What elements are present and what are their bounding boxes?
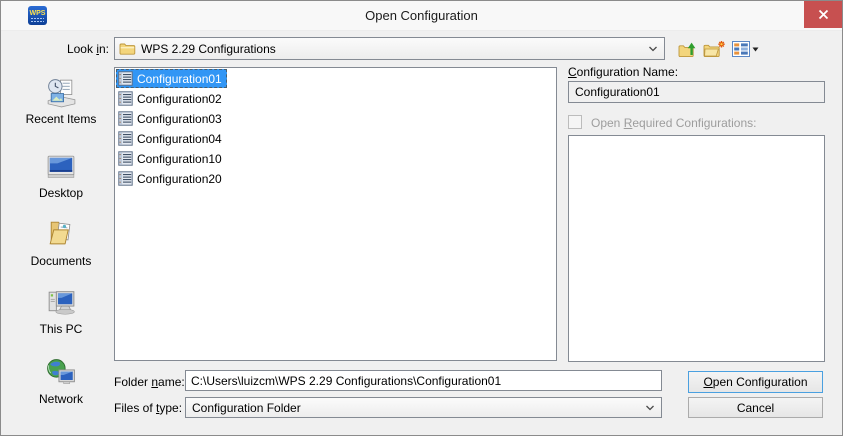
chevron-down-icon [645, 404, 655, 411]
up-one-level-icon [678, 40, 699, 59]
configuration-name-label: Configuration Name: [568, 65, 678, 79]
config-file-icon [118, 131, 133, 146]
open-required-checkbox[interactable] [568, 115, 582, 129]
files-of-type-value: Configuration Folder [192, 401, 301, 415]
folder-name-input[interactable] [185, 370, 662, 391]
desktop-icon [44, 151, 78, 183]
up-one-level-button[interactable] [676, 38, 700, 60]
config-file-icon [118, 151, 133, 166]
cancel-button[interactable]: Cancel [688, 397, 823, 418]
file-name: Configuration01 [137, 71, 222, 86]
required-configurations-list[interactable] [568, 135, 825, 362]
config-file-icon [118, 171, 133, 186]
close-button[interactable] [804, 1, 842, 28]
sidebar-item-this-pc[interactable]: This PC [17, 287, 105, 336]
sidebar-item-recent-items[interactable]: Recent Items [17, 75, 105, 126]
look-in-value: WPS 2.29 Configurations [141, 42, 276, 56]
file-row[interactable]: Configuration01 [116, 69, 227, 88]
recent-items-icon [44, 75, 78, 109]
configuration-name-value: Configuration01 [575, 85, 660, 99]
view-menu-dropdown-arrow-icon [752, 47, 759, 52]
network-icon [44, 357, 78, 389]
file-name: Configuration10 [137, 151, 222, 166]
close-icon [818, 9, 829, 20]
sidebar-item-desktop[interactable]: Desktop [17, 151, 105, 200]
file-name: Configuration03 [137, 111, 222, 126]
sidebar-item-label: Desktop [39, 186, 83, 200]
new-folder-icon [703, 40, 726, 59]
file-row[interactable]: Configuration10 [116, 149, 227, 168]
file-list[interactable]: Configuration01 Configuration02 [114, 67, 557, 361]
documents-icon [44, 217, 78, 251]
file-name: Configuration04 [137, 131, 222, 146]
config-file-icon [118, 111, 133, 126]
config-file-icon [118, 91, 133, 106]
config-file-icon [118, 71, 133, 86]
chevron-down-icon [648, 45, 658, 52]
sidebar-item-label: Recent Items [26, 112, 97, 126]
file-row[interactable]: Configuration20 [116, 169, 227, 188]
create-new-folder-button[interactable] [702, 38, 726, 60]
configuration-name-field[interactable]: Configuration01 [568, 81, 825, 103]
sidebar-item-label: Documents [31, 254, 92, 268]
files-of-type-label: Files of type: [114, 401, 182, 415]
file-row[interactable]: Configuration03 [116, 109, 227, 128]
file-name: Configuration20 [137, 171, 222, 186]
open-configuration-button[interactable]: Open Configuration [688, 371, 823, 393]
window-title: Open Configuration [1, 1, 842, 30]
look-in-label: Look in: [31, 42, 109, 56]
sidebar-item-label: Network [39, 392, 83, 406]
open-required-label: Open Required Configurations: [591, 116, 756, 130]
sidebar-item-network[interactable]: Network [17, 357, 105, 406]
sidebar-item-documents[interactable]: Documents [17, 217, 105, 268]
folder-icon [119, 42, 136, 56]
view-menu-button[interactable] [729, 38, 761, 60]
this-pc-icon [44, 287, 78, 319]
file-row[interactable]: Configuration04 [116, 129, 227, 148]
view-menu-icon [732, 41, 750, 57]
sidebar-item-label: This PC [40, 322, 83, 336]
files-of-type-combobox[interactable]: Configuration Folder [185, 397, 662, 418]
folder-name-label: Folder name: [114, 375, 185, 389]
file-name: Configuration02 [137, 91, 222, 106]
open-configuration-dialog: WPS Open Configuration Look in: WPS 2.29… [0, 0, 843, 436]
look-in-combobox[interactable]: WPS 2.29 Configurations [114, 37, 665, 60]
titlebar: WPS Open Configuration [1, 1, 842, 31]
file-row[interactable]: Configuration02 [116, 89, 227, 108]
